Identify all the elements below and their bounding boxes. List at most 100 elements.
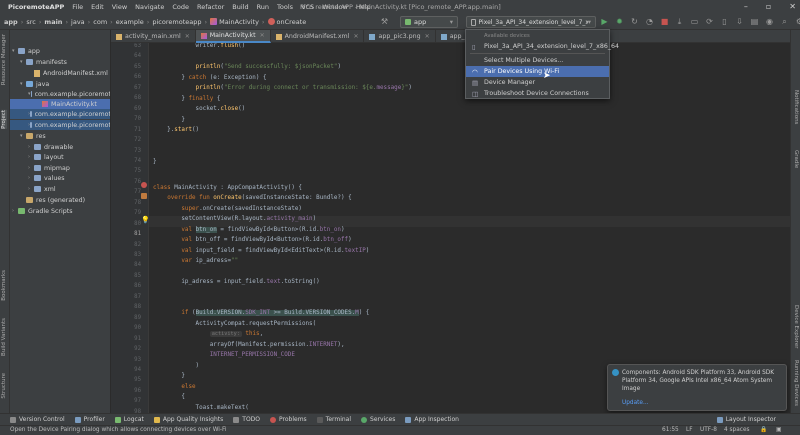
project-tree-item[interactable]: res (generated) (10, 195, 110, 205)
breadcrumb-app[interactable]: app (4, 18, 18, 26)
close-icon[interactable]: ✕ (789, 2, 796, 11)
tool-resource-manager[interactable]: Resource Manager (1, 34, 7, 85)
class-run-icon[interactable] (141, 182, 147, 188)
stop-icon[interactable]: ■ (660, 17, 669, 27)
project-tree-item[interactable]: ▾ res (10, 131, 110, 141)
tool-app-quality-insights[interactable]: App Quality Insights (153, 416, 223, 423)
tab-androidmanifest-xml[interactable]: AndroidManifest.xml ✕ (271, 30, 365, 43)
project-tree-item[interactable]: ▾ java (10, 79, 110, 89)
settings-icon[interactable]: ⚙ (795, 17, 800, 27)
override-icon[interactable] (141, 193, 147, 199)
tool-profiler[interactable]: Profiler (74, 416, 105, 423)
update-link[interactable]: Update... (622, 400, 649, 406)
device-select[interactable]: Pixel_3a_API_34_extension_level_7_x86_64… (466, 16, 596, 28)
tool-layout-inspector[interactable]: Layout Inspector (716, 416, 776, 423)
tool-structure[interactable]: Structure (1, 373, 7, 399)
profile-icon[interactable]: ◔ (645, 17, 654, 27)
user-icon[interactable]: ◉ (765, 17, 774, 27)
menu-edit[interactable]: Edit (87, 3, 108, 11)
menu-code[interactable]: Code (168, 3, 193, 11)
file-encoding[interactable]: UTF-8 (700, 427, 717, 433)
project-tree-item[interactable]: › com.example.picoremot (10, 120, 111, 130)
menu-tools[interactable]: Tools (273, 3, 297, 11)
project-tree-item[interactable]: › values (10, 173, 110, 183)
close-icon[interactable]: ✕ (185, 33, 190, 40)
project-tree-item[interactable]: ▾ manifests (10, 57, 110, 67)
breadcrumb-main[interactable]: main (44, 18, 62, 26)
breadcrumb-example[interactable]: example (116, 18, 144, 26)
tab-app-pic3-png[interactable]: app_pic3.png ✕ (364, 30, 436, 43)
tool-app-inspection[interactable]: App Inspection (405, 416, 459, 423)
tool-terminal[interactable]: Terminal (316, 416, 351, 423)
close-icon[interactable]: ✕ (260, 32, 265, 39)
device-item-pixel3a[interactable]: ▯ Pixel_3a_API_34_extension_level_7_x86_… (466, 41, 619, 52)
tool-gradle[interactable]: Gradle (793, 150, 799, 168)
avd-manager-icon[interactable]: ▯ (720, 17, 729, 27)
caret-position[interactable]: 61:55 (662, 427, 679, 433)
breadcrumb-class[interactable]: MainActivity (219, 18, 259, 26)
sync-gradle-icon[interactable]: ⟳ (705, 17, 714, 27)
lightbulb-icon[interactable]: 💡 (141, 216, 150, 224)
tool-running-devices[interactable]: Running Devices (793, 360, 799, 406)
tool-services[interactable]: Services (361, 416, 395, 423)
breadcrumb-java[interactable]: java (71, 18, 85, 26)
device-manager-item[interactable]: ▤ Device Manager (466, 77, 609, 88)
tab-activity-main-xml[interactable]: activity_main.xml ✕ (111, 30, 196, 43)
debug-icon[interactable]: ✹ (615, 17, 624, 27)
memory-icon[interactable]: ▣ (776, 427, 781, 433)
troubleshoot-connections[interactable]: ◫ Troubleshoot Device Connections (466, 88, 609, 99)
breadcrumb-package[interactable]: picoremoteapp (152, 18, 201, 26)
attach-debugger-icon[interactable]: ⤓ (675, 17, 684, 27)
close-icon[interactable]: ✕ (353, 33, 358, 40)
project-tree-item[interactable]: › layout (10, 152, 110, 162)
hammer-icon[interactable]: ⚒ (380, 17, 389, 26)
tool-bookmarks[interactable]: Bookmarks (1, 270, 7, 301)
folder-icon (30, 111, 32, 117)
apply-changes-icon[interactable]: ↻ (630, 17, 639, 27)
menu-build[interactable]: Build (228, 3, 252, 11)
menu-run[interactable]: Run (253, 3, 273, 11)
tool-project[interactable]: Project (1, 110, 7, 129)
tool-notifications[interactable]: Notifications (793, 90, 799, 124)
tool-problems[interactable]: Problems (270, 416, 307, 423)
project-tree-item[interactable]: › xml (10, 184, 110, 194)
maximize-icon[interactable]: ▫ (766, 2, 771, 11)
project-tree-item[interactable]: AndroidManifest.xml (10, 68, 110, 78)
tool-version-control[interactable]: Version Control (10, 416, 65, 423)
minimize-icon[interactable]: – (744, 2, 748, 11)
tab-mainactivity-kt[interactable]: MainActivity.kt ✕ (195, 30, 271, 43)
project-tree-item[interactable]: ▾ app (10, 46, 110, 56)
menu-refactor[interactable]: Refactor (193, 3, 228, 11)
breadcrumb-com[interactable]: com (93, 18, 107, 26)
project-tree-item[interactable]: MainActivity.kt (10, 99, 110, 109)
project-tree-item[interactable]: › drawable (10, 142, 110, 152)
device-mirror-icon[interactable]: ▭ (690, 17, 699, 27)
project-tree-item[interactable]: › mipmap (10, 163, 110, 173)
select-multiple-devices[interactable]: Select Multiple Devices... (466, 55, 609, 66)
menu-view[interactable]: View (108, 3, 131, 11)
pair-devices-wifi[interactable]: ◠ Pair Devices Using Wi-Fi (466, 66, 609, 77)
tool-logcat[interactable]: Logcat (114, 416, 144, 423)
lock-icon[interactable]: 🔒 (760, 427, 767, 433)
project-tree-item[interactable]: › Gradle Scripts (10, 206, 110, 216)
tool-device-explorer[interactable]: Device Explorer (793, 305, 799, 348)
breadcrumb-method[interactable]: onCreate (277, 18, 307, 26)
tree-item-label: com.example.picoremot (34, 121, 111, 129)
menu-bar: PicoremoteAPP File Edit View Navigate Co… (0, 0, 800, 14)
breadcrumb-src[interactable]: src (26, 18, 36, 26)
run-config-select[interactable]: app ▾ (400, 16, 458, 28)
menu-navigate[interactable]: Navigate (131, 3, 168, 11)
project-tree-item[interactable]: ▾ com.example.picoremot (10, 89, 110, 99)
tool-todo[interactable]: TODO (233, 416, 260, 423)
menu-file[interactable]: File (68, 3, 87, 11)
close-icon[interactable]: ✕ (425, 33, 430, 40)
line-separator[interactable]: LF (686, 427, 693, 433)
sdk-manager-icon[interactable]: ⇩ (735, 17, 744, 27)
code-editor[interactable]: 63 64 65 66 67 68 69 70 71 72 73 74 75 76 77 78 79 80 81 82… (111, 43, 790, 413)
tool-build-variants[interactable]: Build Variants (1, 318, 7, 356)
project-tree-item[interactable]: › com.example.picoremot (10, 109, 110, 119)
device-manager-icon[interactable]: ▤ (750, 17, 759, 27)
search-icon[interactable]: ⌕ (780, 17, 789, 27)
run-icon[interactable]: ▶ (600, 17, 609, 27)
indent-setting[interactable]: 4 spaces (724, 427, 750, 433)
